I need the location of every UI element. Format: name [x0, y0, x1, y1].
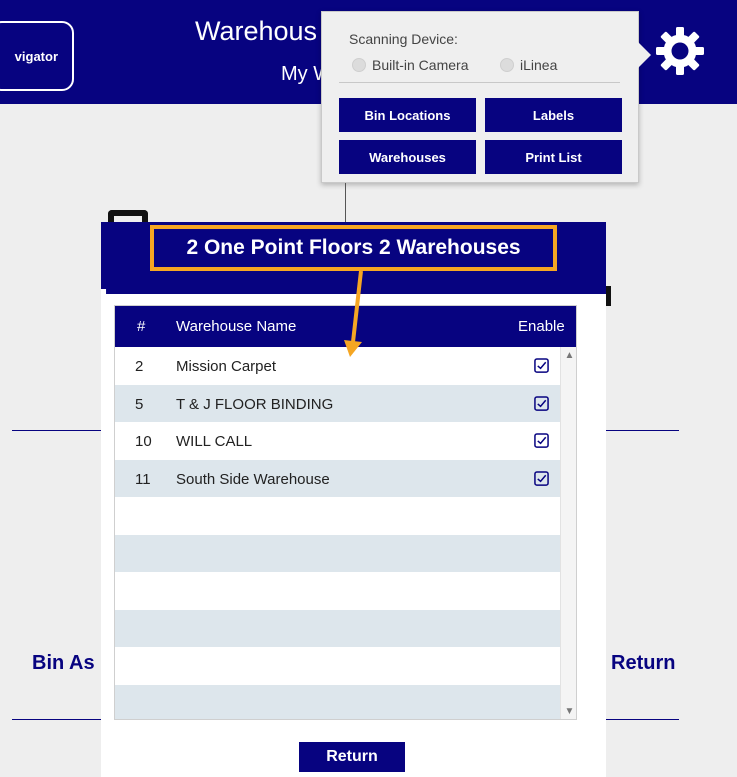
- divider: [345, 183, 346, 223]
- warehouse-name: T & J FLOOR BINDING: [176, 395, 334, 413]
- bin-locations-button[interactable]: Bin Locations: [339, 98, 476, 132]
- warehouse-number: 10: [135, 433, 152, 450]
- table-row[interactable]: 5 T & J FLOOR BINDING: [115, 384, 560, 422]
- return-tile-label[interactable]: Return: [611, 652, 675, 675]
- modal-header-strip: [101, 284, 606, 294]
- table-row-empty: [115, 572, 560, 610]
- table-row[interactable]: 2 Mission Carpet: [115, 347, 560, 385]
- return-button[interactable]: Return: [299, 742, 405, 772]
- page-title: Warehous: [195, 16, 318, 46]
- table-row-empty: [115, 684, 560, 719]
- warehouses-button[interactable]: Warehouses: [339, 140, 476, 174]
- scanning-device-label: Scanning Device:: [349, 31, 458, 47]
- column-header-warehouse-name: Warehouse Name: [176, 318, 297, 335]
- print-list-button[interactable]: Print List: [485, 140, 622, 174]
- divider: [12, 430, 102, 431]
- checkbox-checked-icon[interactable]: [534, 433, 549, 448]
- table-row-empty: [115, 534, 560, 572]
- table-scrollbar[interactable]: ▲ ▼: [560, 347, 576, 719]
- table-row-empty: [115, 497, 560, 535]
- warehouses-table: # Warehouse Name Enable 2 Mission Carpet…: [114, 305, 577, 720]
- scroll-up-icon[interactable]: ▲: [561, 347, 576, 364]
- table-body: 2 Mission Carpet 5 T & J FLOOR BINDING 1…: [115, 347, 560, 719]
- checkbox-checked-icon[interactable]: [534, 395, 549, 411]
- warehouse-name: Mission Carpet: [176, 358, 277, 375]
- tile-icon: [606, 286, 611, 306]
- radio-label: iLinea: [520, 57, 558, 73]
- warehouse-name: WILL CALL: [176, 433, 253, 450]
- bin-assign-tile-label[interactable]: Bin As: [32, 652, 95, 675]
- settings-dropdown: Scanning Device: Built-in Camera iLinea …: [321, 11, 651, 183]
- table-row[interactable]: 10 WILL CALL: [115, 422, 560, 460]
- radio-ilinea[interactable]: iLinea: [500, 57, 557, 73]
- warehouse-name: South Side Warehouse: [176, 470, 330, 488]
- divider: [339, 82, 620, 83]
- navigator-button[interactable]: vigator: [0, 21, 74, 91]
- table-header: # Warehouse Name Enable: [115, 306, 576, 347]
- radio-circle-icon: [500, 58, 514, 72]
- checkbox-checked-icon[interactable]: [534, 358, 549, 373]
- column-header-enable: Enable: [518, 318, 565, 335]
- labels-button[interactable]: Labels: [485, 98, 622, 132]
- radio-label: Built-in Camera: [372, 57, 469, 73]
- warehouse-number: 11: [135, 470, 151, 488]
- radio-circle-icon: [352, 58, 366, 72]
- gear-icon[interactable]: [640, 18, 720, 84]
- column-header-number: #: [137, 318, 146, 335]
- checkbox-checked-icon[interactable]: [534, 470, 549, 486]
- warehouse-number: 2: [135, 358, 144, 375]
- table-row-empty: [115, 609, 560, 647]
- annotation-callout: 2 One Point Floors 2 Warehouses: [150, 225, 557, 271]
- table-row[interactable]: 11 South Side Warehouse: [115, 459, 560, 497]
- divider: [606, 430, 679, 431]
- divider: [12, 719, 102, 720]
- scroll-down-icon[interactable]: ▼: [561, 703, 576, 719]
- warehouse-number: 5: [135, 395, 144, 413]
- divider: [606, 719, 679, 720]
- radio-built-in-camera[interactable]: Built-in Camera: [352, 57, 468, 73]
- table-row-empty: [115, 647, 560, 685]
